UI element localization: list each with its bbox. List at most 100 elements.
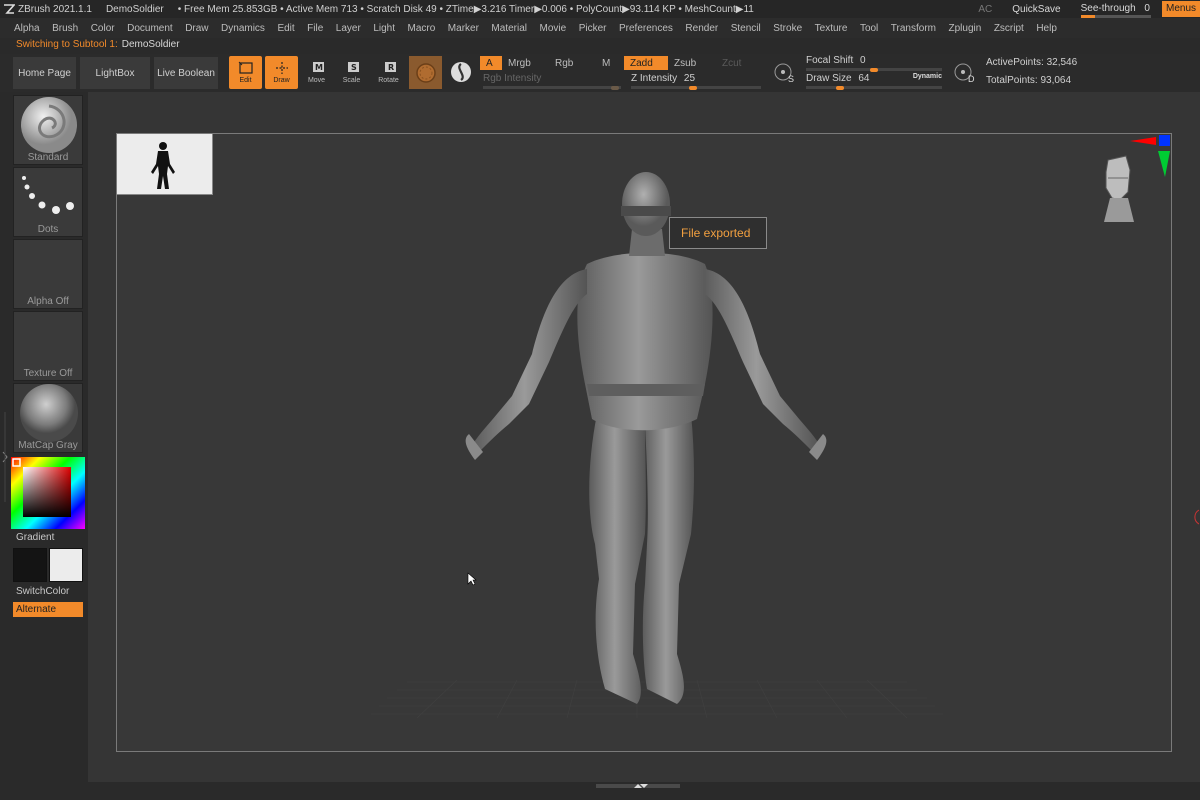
color-picker[interactable] xyxy=(11,457,85,529)
rotate-icon: R xyxy=(384,62,396,72)
tray-handle-icon xyxy=(2,412,8,502)
see-through-slider[interactable]: See-through 0 xyxy=(1080,3,1151,18)
alpha-picker[interactable]: Alpha Off xyxy=(13,239,83,309)
mrgb-button[interactable]: Mrgb xyxy=(502,56,550,70)
home-page-button[interactable]: Home Page xyxy=(13,57,76,89)
menu-layer[interactable]: Layer xyxy=(336,23,361,34)
sculptris-pro-button[interactable] xyxy=(449,60,473,84)
menu-material[interactable]: Material xyxy=(491,23,527,34)
menu-picker[interactable]: Picker xyxy=(579,23,607,34)
tray-handle-right-icon xyxy=(1194,509,1200,525)
draw-size-slider[interactable]: Draw Size 64 Dynamic xyxy=(806,73,942,90)
focal-shift-label: Focal Shift xyxy=(806,55,854,66)
a-button[interactable]: A xyxy=(480,56,502,70)
draw-size-value: 64 xyxy=(858,73,870,84)
menu-movie[interactable]: Movie xyxy=(540,23,567,34)
right-tray-handle[interactable] xyxy=(1185,508,1200,526)
zcut-button[interactable]: Zcut xyxy=(716,56,760,70)
document-canvas[interactable] xyxy=(116,133,1172,752)
rgb-intensity-slider[interactable]: Rgb Intensity xyxy=(483,73,621,90)
axis-gizmo[interactable] xyxy=(1128,133,1173,178)
rgb-button[interactable]: Rgb xyxy=(549,56,595,70)
zsub-button[interactable]: Zsub xyxy=(668,56,714,70)
title-bar: ZBrush 2021.1.1 DemoSoldier • Free Mem 2… xyxy=(0,0,1200,18)
ac-button[interactable]: AC xyxy=(978,4,992,15)
scale-label: Scale xyxy=(342,77,361,84)
gradient-label[interactable]: Gradient xyxy=(16,532,54,543)
left-tray-handle[interactable] xyxy=(2,412,8,502)
svg-text:M: M xyxy=(315,63,323,72)
menu-marker[interactable]: Marker xyxy=(448,23,479,34)
lightbox-button[interactable]: LightBox xyxy=(80,57,150,89)
memory-stats: • Free Mem 25.853GB • Active Mem 713 • S… xyxy=(177,3,754,15)
scale-button[interactable]: S Scale xyxy=(335,56,368,89)
stroke-picker[interactable]: Dots xyxy=(13,167,83,237)
edit-label: Edit xyxy=(239,77,252,84)
d-toggle[interactable]: D xyxy=(953,62,977,86)
top-shelf: Home Page LightBox Live Boolean Edit Dra… xyxy=(0,54,1200,92)
menu-transform[interactable]: Transform xyxy=(891,23,936,34)
alternate-button[interactable]: Alternate xyxy=(13,602,83,617)
edit-button[interactable]: Edit xyxy=(229,56,262,89)
rotate-label: Rotate xyxy=(378,77,399,84)
draw-button[interactable]: Draw xyxy=(265,56,298,89)
expand-arrows-icon xyxy=(634,784,648,788)
active-points: ActivePoints: 32,546 xyxy=(986,57,1078,68)
texture-label: Texture Off xyxy=(23,368,73,379)
material-swatch-button[interactable] xyxy=(409,56,442,89)
menu-preferences[interactable]: Preferences xyxy=(619,23,673,34)
m-button[interactable]: M xyxy=(596,56,620,70)
primary-color-swatch[interactable] xyxy=(49,548,83,582)
move-label: Move xyxy=(307,77,326,84)
texture-picker[interactable]: Texture Off xyxy=(13,311,83,381)
scale-icon: S xyxy=(347,62,359,72)
material-label: MatCap Gray xyxy=(18,440,78,451)
zadd-button[interactable]: Zadd xyxy=(624,56,668,70)
subtool-status: Switching to Subtool 1: DemoSoldier xyxy=(16,39,180,53)
z-intensity-slider[interactable]: Z Intensity 25 xyxy=(631,73,761,90)
menus-button[interactable]: Menus xyxy=(1161,1,1200,17)
move-button[interactable]: M Move xyxy=(300,56,333,89)
draw-icon xyxy=(275,62,288,74)
mouse-cursor xyxy=(467,572,477,586)
menu-color[interactable]: Color xyxy=(91,23,115,34)
zbrush-logo-icon xyxy=(4,4,15,14)
rotate-button[interactable]: R Rotate xyxy=(372,56,405,89)
menu-draw[interactable]: Draw xyxy=(185,23,208,34)
axis-gizmo-icon xyxy=(1130,135,1170,177)
menu-stencil[interactable]: Stencil xyxy=(731,23,761,34)
standard-brush-icon xyxy=(21,97,77,153)
left-shelf: Standard Dots Alpha Off Texture Off MatC… xyxy=(0,92,88,800)
s-toggle[interactable]: S xyxy=(773,62,797,86)
focal-shift-slider[interactable]: Focal Shift 0 xyxy=(806,55,942,72)
switchcolor-button[interactable]: SwitchColor xyxy=(16,586,69,597)
navigator-thumbnail[interactable] xyxy=(117,134,213,195)
bottom-tray xyxy=(0,782,1200,800)
secondary-color-swatch[interactable] xyxy=(13,548,47,582)
menu-macro[interactable]: Macro xyxy=(408,23,436,34)
sculptris-pro-icon xyxy=(451,62,471,82)
live-boolean-button[interactable]: Live Boolean xyxy=(154,57,218,89)
menu-light[interactable]: Light xyxy=(373,23,395,34)
material-picker[interactable]: MatCap Gray xyxy=(13,383,83,453)
menu-zplugin[interactable]: Zplugin xyxy=(949,23,982,34)
menu-dynamics[interactable]: Dynamics xyxy=(221,23,265,34)
subtool-status-prefix: Switching to Subtool 1: xyxy=(16,39,118,50)
menu-help[interactable]: Help xyxy=(1036,23,1057,34)
menu-render[interactable]: Render xyxy=(685,23,718,34)
menu-tool[interactable]: Tool xyxy=(860,23,878,34)
menu-texture[interactable]: Texture xyxy=(815,23,848,34)
menu-edit[interactable]: Edit xyxy=(277,23,294,34)
d-label: D xyxy=(968,74,975,84)
stroke-label: Dots xyxy=(37,224,59,235)
menu-zscript[interactable]: Zscript xyxy=(994,23,1024,34)
dynamic-toggle[interactable]: Dynamic xyxy=(913,73,942,80)
menu-file[interactable]: File xyxy=(307,23,323,34)
total-points: TotalPoints: 93,064 xyxy=(986,75,1072,86)
menu-brush[interactable]: Brush xyxy=(52,23,78,34)
menu-stroke[interactable]: Stroke xyxy=(773,23,802,34)
menu-alpha[interactable]: Alpha xyxy=(14,23,40,34)
brush-picker[interactable]: Standard xyxy=(13,95,83,165)
menu-document[interactable]: Document xyxy=(127,23,173,34)
quicksave-button[interactable]: QuickSave xyxy=(1012,4,1060,15)
